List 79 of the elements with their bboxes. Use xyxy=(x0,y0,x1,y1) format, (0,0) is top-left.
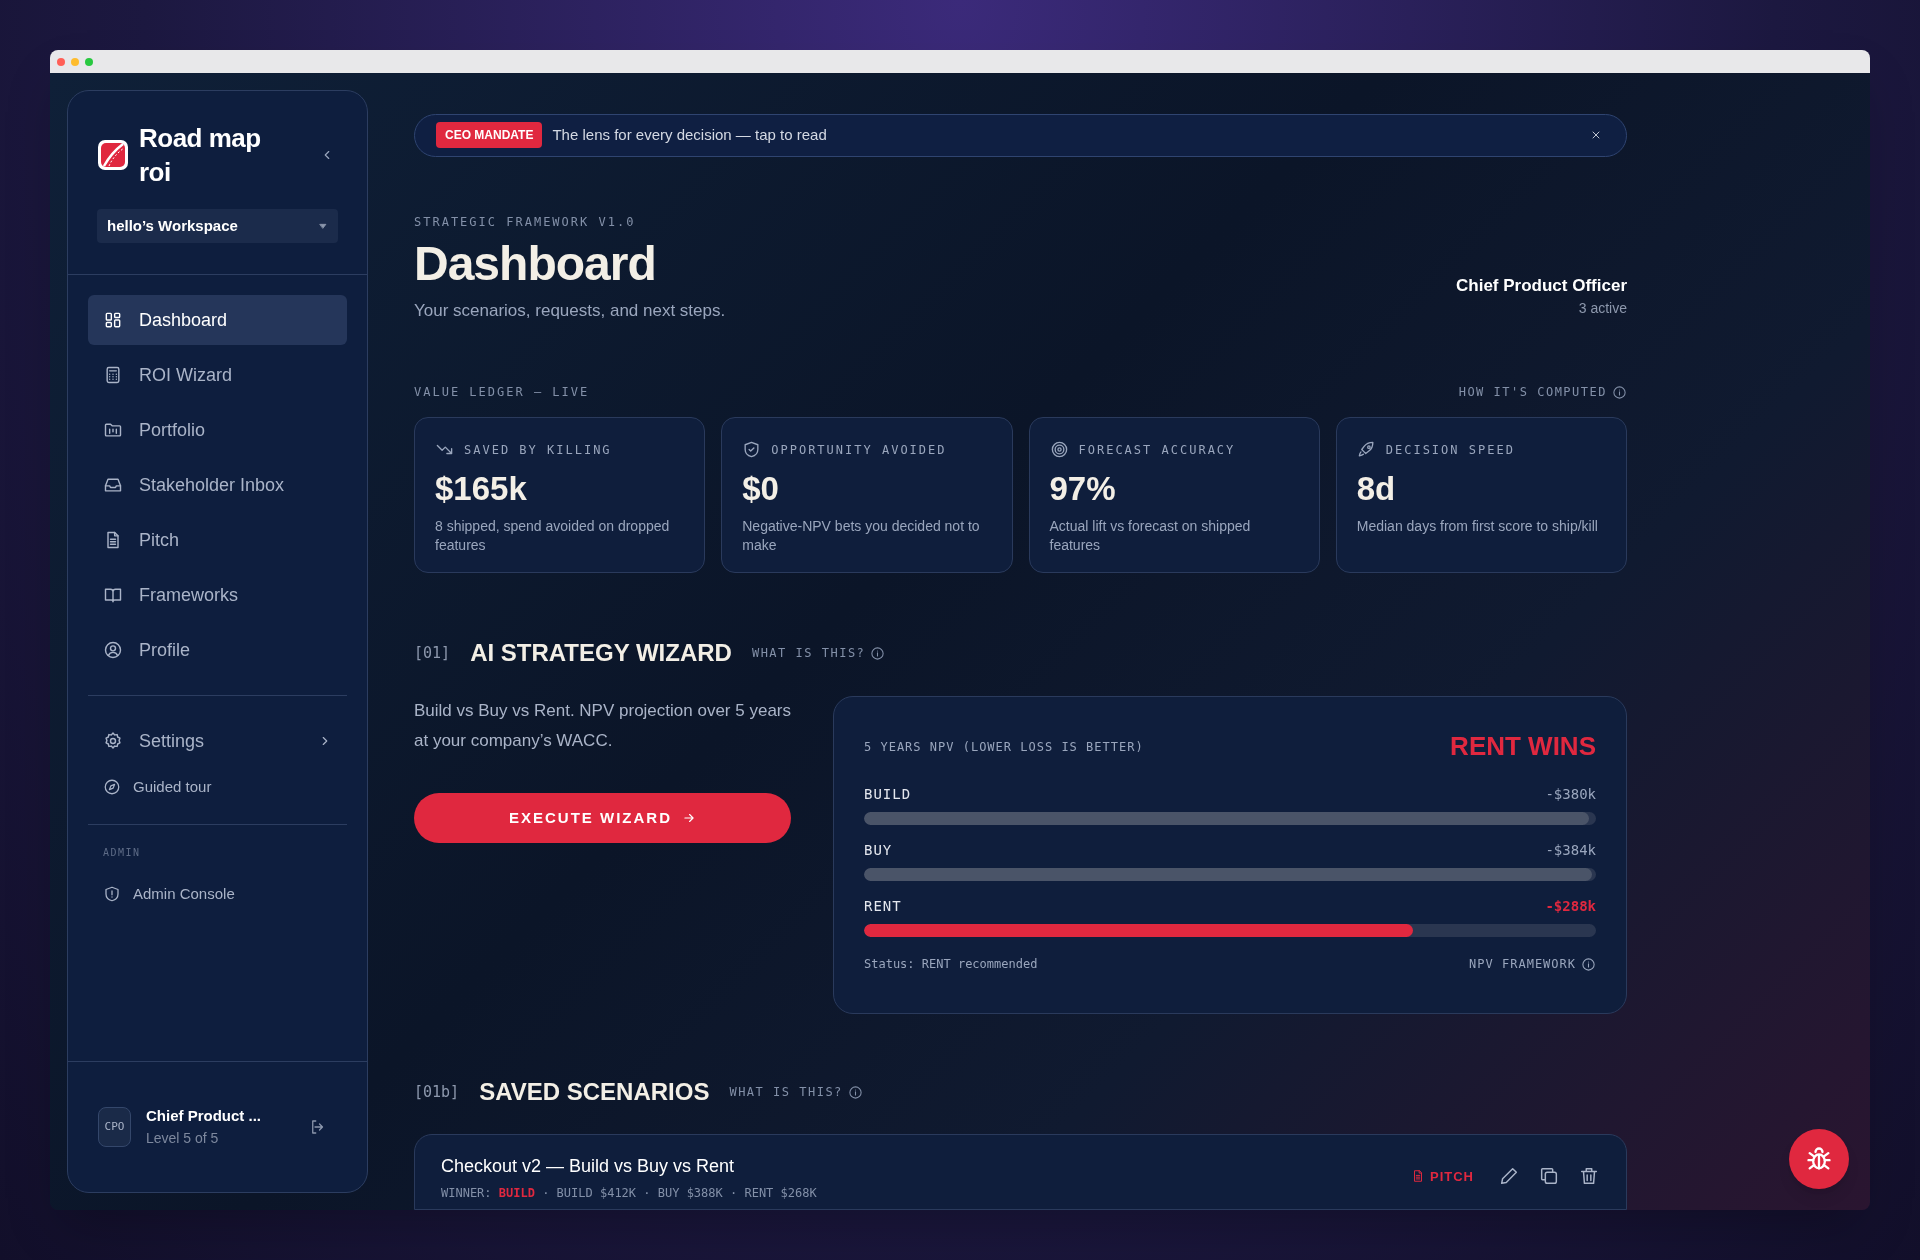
nav-item[interactable]: Pitch xyxy=(88,515,347,565)
metric-note: 8 shipped, spend avoided on dropped features xyxy=(435,517,671,556)
page-subtitle: Your scenarios, requests, and next steps. xyxy=(414,299,726,322)
inbox-tray-icon xyxy=(103,475,123,495)
status-text: Status: RENT recommended xyxy=(864,956,1038,974)
dropdown-caret-icon xyxy=(318,221,328,231)
dashboard-grid-icon xyxy=(103,310,123,330)
eyebrow-label: STRATEGIC FRAMEWORK V1.0 xyxy=(414,213,637,231)
shield-check-icon xyxy=(742,440,762,460)
section-label: ADMIN xyxy=(103,846,142,860)
target-icon xyxy=(1049,440,1069,460)
panel-caption: 5 YEARS NPV (LOWER LOSS IS BETTER) xyxy=(864,738,1144,756)
settings-item[interactable]: Settings xyxy=(88,719,347,763)
metric-note: Median days from first score to ship/kill xyxy=(1356,517,1599,537)
execute-wizard-button[interactable]: EXECUTE WIZARD xyxy=(414,793,791,844)
role-note: 3 active xyxy=(1578,299,1627,319)
banner-text: The lens for every decision — tap to read xyxy=(552,125,827,146)
info-icon xyxy=(870,645,886,661)
metric-value: $0 xyxy=(742,469,780,510)
workspace-dropdown[interactable]: hello’s Workspace xyxy=(97,209,338,243)
option-label: BUILD xyxy=(864,785,912,805)
document-icon xyxy=(1411,1169,1425,1184)
section-index: [01] xyxy=(414,643,451,665)
metric-label: FORECAST ACCURACY xyxy=(1078,441,1236,459)
user-name: Chief Product ... xyxy=(146,1106,262,1127)
compass-icon xyxy=(103,778,121,796)
user-level: Level 5 of 5 xyxy=(146,1128,220,1148)
metric-label: DECISION SPEED xyxy=(1385,441,1515,459)
app-logo xyxy=(97,139,129,171)
bug-report-button[interactable] xyxy=(1789,1129,1849,1189)
option-reading: -$288k xyxy=(1545,897,1596,917)
option-reading: -$380k xyxy=(1545,785,1596,805)
nav-item[interactable]: ROI Wizard xyxy=(88,350,347,400)
section-label: VALUE LEDGER — LIVE xyxy=(414,384,590,402)
verdict-label: RENT WINS xyxy=(1450,730,1596,764)
metric-value: $165k xyxy=(435,469,528,510)
guided-tour-item[interactable]: Guided tour xyxy=(88,767,347,807)
user-circle-icon xyxy=(103,640,123,660)
info-icon xyxy=(1581,956,1596,972)
app-name: Road map roi xyxy=(139,122,262,189)
open-book-icon xyxy=(103,585,123,605)
section-index: [01b] xyxy=(414,1082,460,1104)
user-avatar: CPO xyxy=(98,1107,131,1147)
bug-icon xyxy=(1805,1145,1833,1173)
what-is-this-link[interactable]: WHAT IS THIS? xyxy=(729,1083,863,1102)
scenario-title: Checkout v2 — Build vs Buy vs Rent xyxy=(441,1155,736,1179)
page-title: Dashboard xyxy=(414,235,657,292)
nav-item[interactable]: Portfolio xyxy=(88,405,347,455)
wizard-description: Build vs Buy vs Rent. NPV projection over 5 years at your company’s WACC. xyxy=(414,700,791,753)
nav-item[interactable]: Stakeholder Inbox xyxy=(88,460,347,510)
folder-icon xyxy=(103,420,123,440)
settings-gear-icon xyxy=(103,731,123,751)
option-label: BUY xyxy=(864,841,893,861)
metric-note: Actual lift vs forecast on shipped features xyxy=(1049,517,1252,556)
npv-framework-link[interactable]: NPV FRAMEWORK xyxy=(1469,955,1596,974)
role-title: Chief Product Officer xyxy=(1456,274,1627,297)
metric-label: SAVED BY KILLING xyxy=(464,441,612,459)
option-label: RENT xyxy=(864,897,902,917)
what-is-this-link[interactable]: WHAT IS THIS? xyxy=(751,644,886,663)
pitch-button[interactable]: PITCH xyxy=(1411,1166,1474,1187)
info-icon xyxy=(847,1084,863,1100)
option-reading: -$384k xyxy=(1545,841,1596,861)
announcement-banner[interactable]: CEO MANDATE The lens for every decision — tap to read xyxy=(414,114,1627,157)
metric-label: OPPORTUNITY AVOIDED xyxy=(771,441,947,459)
scenario-summary: WINNER: BUILD · BUILD $412K · BUY $388K · RENT $268K xyxy=(441,1185,817,1203)
metric-value: 97% xyxy=(1049,469,1117,510)
calculator-icon xyxy=(103,365,123,385)
mandate-badge: CEO MANDATE xyxy=(436,122,543,149)
shield-alert-icon xyxy=(103,885,121,903)
nav-item[interactable]: Frameworks xyxy=(88,570,347,620)
nav-item[interactable]: Dashboard xyxy=(88,295,347,345)
section-title: AI STRATEGY WIZARD xyxy=(470,638,732,669)
section-title: SAVED SCENARIOS xyxy=(479,1077,710,1108)
how-computed-link[interactable]: HOW IT'S COMPUTED xyxy=(1458,383,1627,402)
info-icon xyxy=(1612,384,1627,400)
metric-value: 8d xyxy=(1356,469,1397,510)
metric-note: Negative-NPV bets you decided not to make xyxy=(742,517,981,556)
admin-console-item[interactable]: Admin Console xyxy=(88,874,347,914)
nav-item[interactable]: Profile xyxy=(88,625,347,675)
